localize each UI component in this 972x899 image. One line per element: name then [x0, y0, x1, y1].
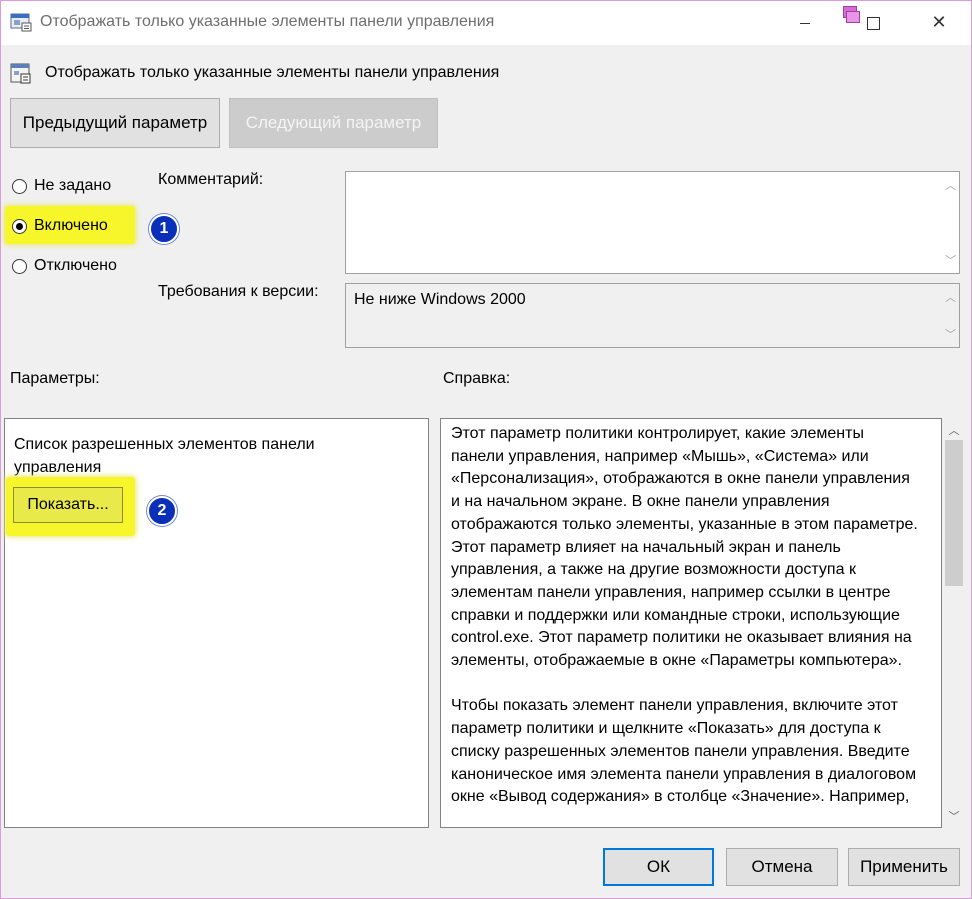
comment-textarea[interactable]: ︿ ﹀	[345, 171, 960, 274]
requirements-field: Не ниже Windows 2000 ︿ ﹀	[345, 283, 960, 348]
params-label: Параметры:	[10, 370, 100, 387]
requirements-value: Не ниже Windows 2000	[354, 291, 526, 308]
policy-settings-icon	[10, 63, 31, 84]
policy-heading: Отображать только указанные элементы пан…	[45, 64, 500, 81]
previous-setting-button[interactable]: Предыдущий параметр	[10, 98, 220, 148]
ok-button[interactable]: ОК	[603, 848, 714, 886]
comment-scrollbar[interactable]: ︿ ﹀	[942, 172, 959, 273]
minimize-icon	[800, 22, 810, 24]
minimize-button[interactable]	[782, 0, 828, 44]
radio-circle[interactable]	[12, 258, 27, 274]
step-badge-2: 2	[147, 496, 177, 526]
scrollbar-thumb[interactable]	[945, 440, 963, 586]
next-setting-button[interactable]: Следующий параметр	[229, 98, 438, 148]
radio-circle[interactable]	[12, 178, 27, 194]
help-text: Этот параметр политики контролирует, как…	[451, 425, 918, 806]
scroll-down-icon[interactable]: ﹀	[942, 326, 959, 342]
scroll-up-icon[interactable]: ︿	[942, 289, 959, 305]
scroll-down-icon[interactable]: ﹀	[942, 252, 959, 268]
help-panel: Этот параметр политики контролирует, как…	[440, 418, 942, 828]
cancel-button[interactable]: Отмена	[726, 848, 838, 886]
apply-button[interactable]: Применить	[848, 848, 960, 886]
help-scrollbar[interactable]: ︿ ﹀	[943, 418, 965, 828]
help-label: Справка:	[443, 370, 511, 387]
maximize-icon	[866, 16, 880, 30]
step-badge-1: 1	[149, 214, 179, 244]
scroll-down-icon[interactable]: ﹀	[943, 808, 965, 824]
comment-label: Комментарий:	[158, 171, 264, 188]
policy-window-icon	[10, 13, 32, 32]
radio-label: Включено	[34, 217, 108, 234]
maximize-button[interactable]	[850, 0, 896, 44]
radio-enabled[interactable]: Включено	[12, 217, 108, 235]
radio-label: Не задано	[34, 177, 112, 194]
radio-circle[interactable]	[12, 218, 27, 234]
allowed-items-label: Список разрешенных элементов панели упра…	[14, 436, 315, 476]
radio-label: Отключено	[34, 257, 117, 274]
radio-disabled[interactable]: Отключено	[12, 257, 117, 275]
scroll-up-icon[interactable]: ︿	[943, 422, 965, 438]
scroll-up-icon[interactable]: ︿	[942, 177, 959, 193]
close-button[interactable]: ✕	[916, 0, 962, 44]
requirements-scrollbar[interactable]: ︿ ﹀	[942, 284, 959, 347]
close-icon: ✕	[931, 12, 947, 32]
requirements-label: Требования к версии:	[158, 283, 319, 300]
window-title: Отображать только указанные элементы пан…	[40, 13, 495, 30]
radio-not-configured[interactable]: Не задано	[12, 177, 111, 195]
show-button[interactable]: Показать...	[13, 487, 123, 523]
